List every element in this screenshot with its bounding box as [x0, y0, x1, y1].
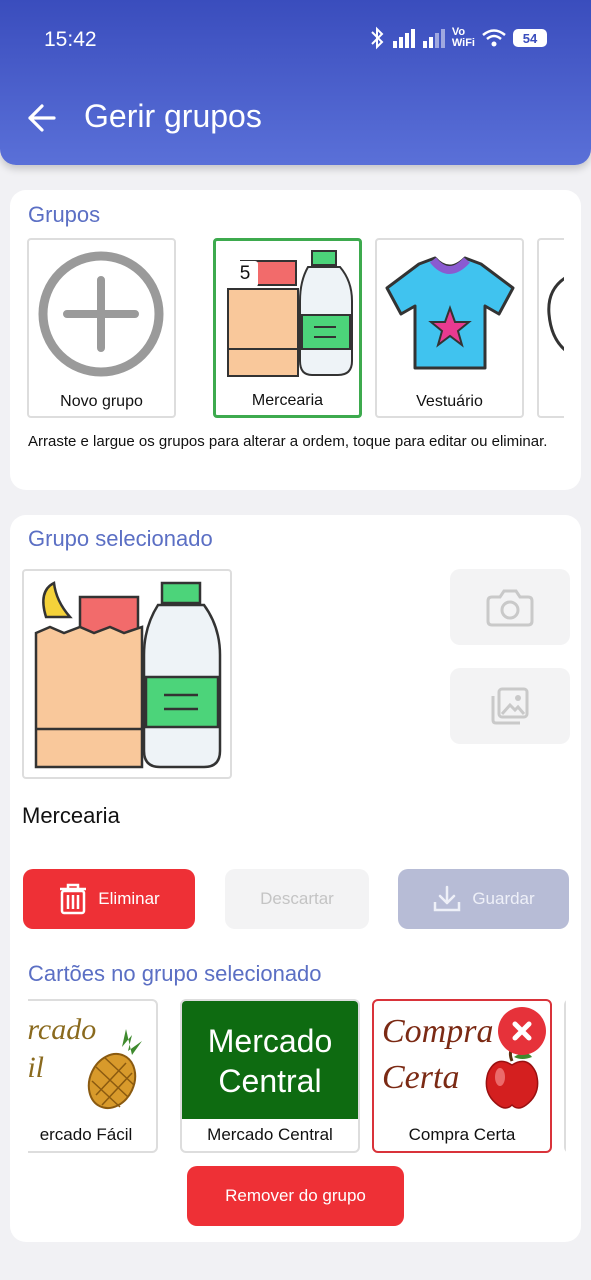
- app-bar: 15:42 Vo WiFi 54 Gerir grupos: [0, 0, 591, 165]
- discard-button[interactable]: Descartar: [225, 869, 369, 929]
- group-tile-label: Vestuário: [416, 393, 483, 410]
- group-tile-mercearia[interactable]: 5 Mercearia: [213, 238, 362, 418]
- group-tile-label: Mercearia: [251, 392, 324, 409]
- remove-from-group-button[interactable]: Remover do grupo: [187, 1166, 404, 1226]
- card-art-line: Compra: [382, 1013, 494, 1050]
- discard-label: Descartar: [260, 889, 334, 908]
- save-label: Guardar: [472, 889, 535, 908]
- groceries-icon: [34, 581, 222, 769]
- cards-section-title: Cartões no grupo selecionado: [28, 961, 322, 986]
- selected-group-card: Grupo selecionado Mercearia Eliminar Des…: [10, 515, 581, 1242]
- groups-card: Grupos Novo grupo 5 Mercearia Vestuário …: [10, 190, 581, 490]
- status-time: 15:42: [44, 28, 97, 51]
- group-tile-vestuario[interactable]: Vestuário: [375, 238, 524, 418]
- wifi-icon: [482, 29, 506, 47]
- group-count-value: 5: [239, 263, 251, 284]
- groups-title: Grupos: [28, 202, 101, 227]
- save-button[interactable]: Guardar: [398, 869, 569, 929]
- group-tile-new[interactable]: Novo grupo: [27, 238, 176, 418]
- page-title: Gerir grupos: [84, 98, 262, 134]
- card-label: Mercado Central: [207, 1125, 333, 1144]
- signal-icon: [392, 29, 415, 48]
- vowifi-label: Vo WiFi: [452, 27, 475, 49]
- selected-group-title: Grupo selecionado: [28, 526, 213, 551]
- gallery-icon: [491, 687, 529, 725]
- card-art-line: Certa: [382, 1059, 460, 1096]
- groups-hint: Arraste e largue os grupos para alterar …: [28, 433, 548, 450]
- card-item-selected[interactable]: Compra Certa Compra Certa: [372, 999, 552, 1153]
- cards-strip: ercado cil ercado Fácil Mercado Central …: [28, 997, 566, 1155]
- battery-indicator: 54: [513, 29, 547, 47]
- card-item[interactable]: Mercado Central Mercado Central: [180, 999, 360, 1153]
- card-label: Compra Certa: [408, 1125, 516, 1144]
- download-icon: [434, 885, 461, 912]
- card-art-text: Mercado Central: [182, 1021, 358, 1101]
- group-image-preview[interactable]: [22, 569, 232, 779]
- group-partial-icon: [547, 276, 564, 352]
- vowifi-bottom: WiFi: [451, 37, 475, 49]
- plus-circle-icon: [38, 251, 164, 377]
- camera-icon: [486, 589, 534, 627]
- gallery-button[interactable]: [450, 668, 570, 744]
- camera-button[interactable]: [450, 569, 570, 645]
- arrow-left-icon[interactable]: [24, 98, 60, 138]
- tshirt-icon: [385, 256, 515, 370]
- card-item-partial[interactable]: [564, 999, 566, 1153]
- pineapple-icon: [87, 1029, 142, 1110]
- group-count-badge: 5: [232, 261, 258, 287]
- remove-card-badge[interactable]: [498, 1007, 546, 1055]
- group-name: Mercearia: [22, 803, 120, 828]
- close-icon: [512, 1021, 532, 1041]
- card-item[interactable]: ercado cil ercado Fácil: [28, 999, 158, 1153]
- card-art-line: Central: [218, 1063, 322, 1099]
- delete-label: Eliminar: [98, 889, 160, 908]
- card-art-text: Compra Certa: [382, 1009, 493, 1101]
- battery-level: 54: [522, 30, 538, 46]
- signal-icon-2: [422, 29, 445, 48]
- trash-icon: [60, 883, 87, 915]
- group-tile-label: Novo grupo: [60, 393, 143, 410]
- card-label: ercado Fácil: [39, 1125, 133, 1144]
- group-tile-partial[interactable]: [537, 238, 564, 418]
- bluetooth-icon: [371, 26, 384, 50]
- delete-button[interactable]: Eliminar: [23, 869, 195, 929]
- card-art-line: Mercado: [207, 1023, 333, 1059]
- apple-icon: [485, 1047, 539, 1109]
- status-icons: Vo WiFi 54: [368, 26, 547, 50]
